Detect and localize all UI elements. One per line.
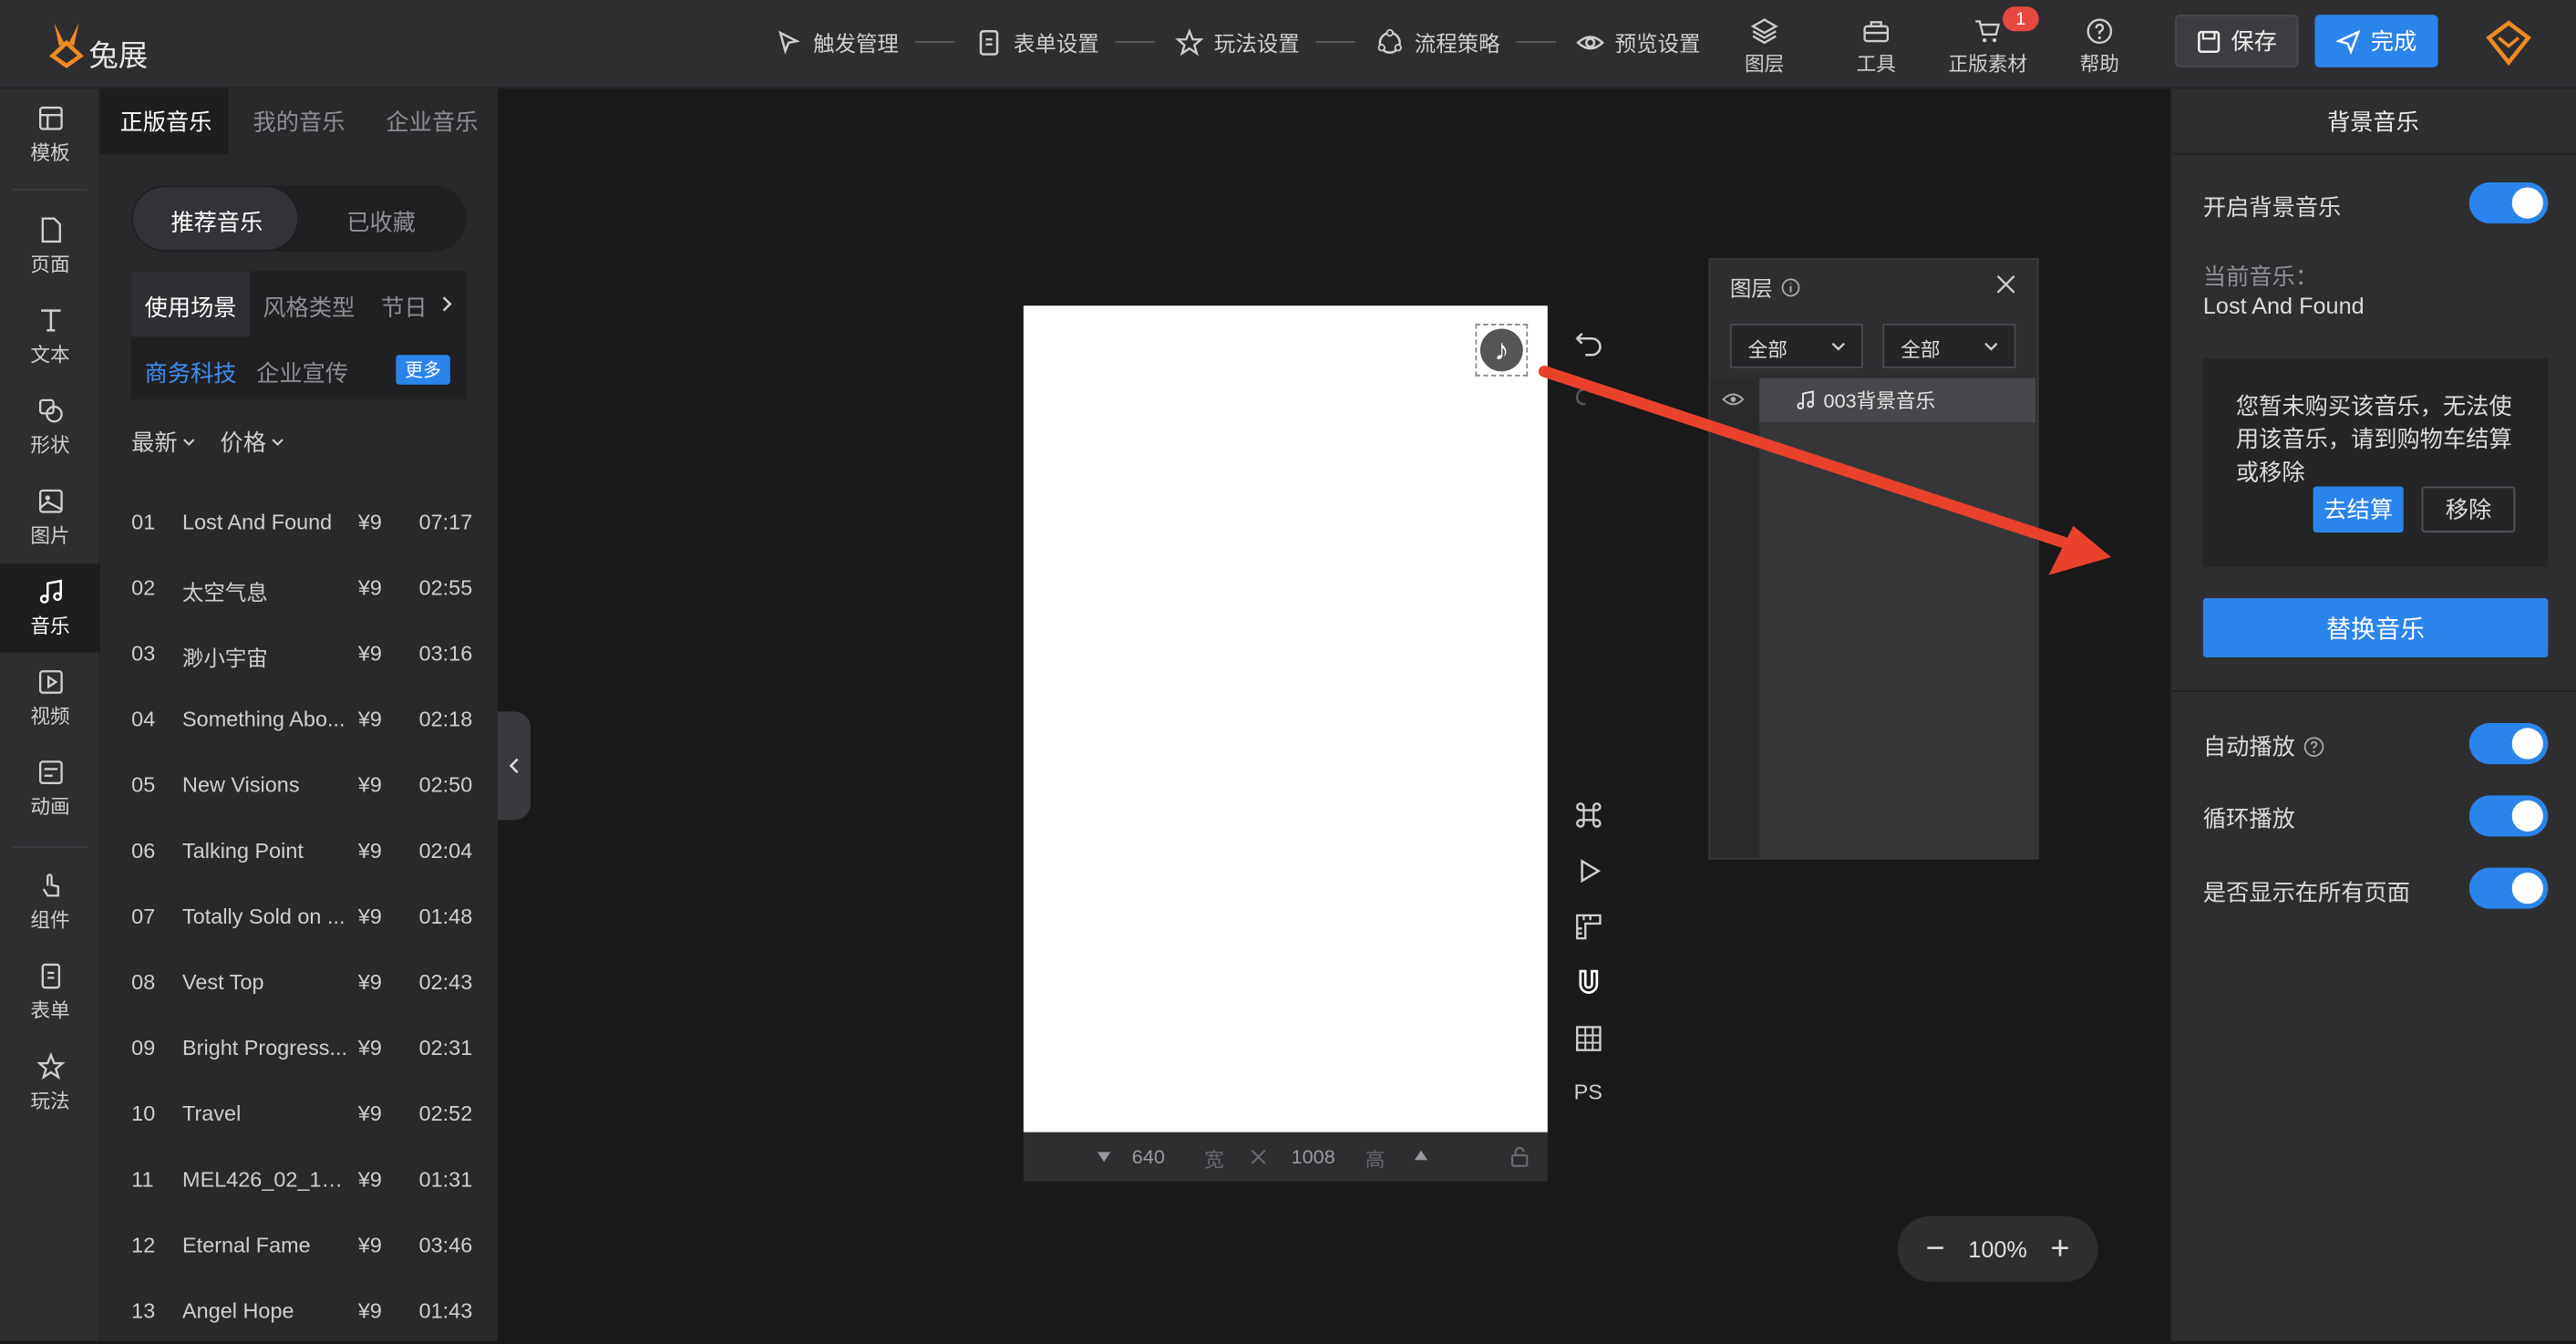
enable-bgm-toggle[interactable] — [2468, 182, 2549, 224]
track-index: 06 — [131, 838, 156, 863]
track-row[interactable]: 11 MEL426_02_1_... ¥9 01:31 — [100, 1147, 498, 1213]
panel-divider — [2169, 689, 2576, 692]
track-index: 13 — [131, 1297, 156, 1323]
track-duration: 02:31 — [418, 1035, 473, 1060]
track-index: 03 — [131, 640, 156, 666]
track-row[interactable]: 13 Angel Hope ¥9 01:43 — [100, 1278, 498, 1344]
track-duration: 02:43 — [418, 969, 473, 995]
track-price: ¥9 — [357, 1166, 382, 1192]
current-music-value: Lost And Found — [2202, 292, 2365, 319]
track-duration: 07:17 — [418, 509, 473, 534]
track-index: 08 — [131, 969, 156, 995]
help-icon[interactable] — [2303, 736, 2324, 757]
track-index: 01 — [131, 509, 156, 534]
track-name: Something Abo... — [182, 706, 345, 732]
purchase-warning-text: 您暂未购买该音乐，无法使用该音乐，请到购物车结算或移除 — [2235, 392, 2512, 485]
track-name: Lost And Found — [182, 509, 333, 534]
track-price: ¥9 — [357, 509, 382, 534]
track-row[interactable]: 04 Something Abo... ¥9 02:18 — [100, 687, 498, 752]
track-row[interactable]: 09 Bright Progress... ¥9 02:31 — [100, 1016, 498, 1081]
track-duration: 02:50 — [418, 772, 473, 798]
track-price: ¥9 — [357, 772, 382, 798]
track-duration: 01:31 — [418, 1166, 473, 1192]
track-row[interactable]: 03 渺小宇宙 ¥9 03:16 — [100, 621, 498, 687]
track-row[interactable]: 08 Vest Top ¥9 02:43 — [100, 950, 498, 1016]
panel-divider — [2169, 152, 2576, 155]
track-duration: 02:55 — [418, 574, 473, 600]
track-name: Talking Point — [182, 838, 304, 863]
enable-bgm-label: 开启背景音乐 — [2202, 193, 2342, 221]
autoplay-row: 自动播放 — [2203, 729, 2324, 762]
loop-toggle[interactable] — [2468, 795, 2549, 837]
track-row[interactable]: 01 Lost And Found ¥9 07:17 — [100, 490, 498, 555]
autoplay-label: 自动播放 — [2202, 732, 2295, 760]
track-duration: 02:52 — [418, 1101, 473, 1126]
track-price: ¥9 — [357, 1232, 382, 1257]
track-duration: 03:16 — [418, 640, 473, 666]
track-row[interactable]: 02 太空气息 ¥9 02:55 — [100, 555, 498, 621]
track-price: ¥9 — [357, 904, 382, 929]
loop-label: 循环播放 — [2202, 805, 2295, 832]
track-duration: 01:48 — [418, 904, 473, 929]
track-index: 04 — [131, 706, 156, 732]
track-price: ¥9 — [357, 838, 382, 863]
track-index: 12 — [131, 1232, 156, 1257]
remove-button[interactable]: 移除 — [2421, 486, 2516, 532]
track-name: Bright Progress... — [182, 1035, 348, 1060]
track-name: Angel Hope — [182, 1297, 294, 1323]
track-price: ¥9 — [357, 1101, 382, 1126]
track-price: ¥9 — [357, 574, 382, 600]
track-price: ¥9 — [357, 1035, 382, 1060]
panel-title: 背景音乐 — [2326, 108, 2419, 135]
track-row[interactable]: 06 Talking Point ¥9 02:04 — [100, 819, 498, 884]
track-index: 07 — [131, 904, 156, 929]
track-duration: 03:46 — [418, 1232, 473, 1257]
track-index: 11 — [131, 1166, 154, 1192]
track-name: 渺小宇宙 — [182, 646, 268, 671]
checkout-button[interactable]: 去结算 — [2313, 486, 2404, 532]
track-price: ¥9 — [357, 640, 382, 666]
track-row[interactable]: 12 Eternal Fame ¥9 03:46 — [100, 1213, 498, 1278]
track-name: Vest Top — [182, 969, 264, 995]
track-price: ¥9 — [357, 969, 382, 995]
track-duration: 01:43 — [418, 1297, 473, 1323]
current-music-label: 当前音乐： — [2202, 263, 2319, 290]
track-duration: 02:04 — [418, 838, 473, 863]
track-name: 太空气息 — [182, 580, 268, 605]
show-all-pages-label: 是否显示在所有页面 — [2202, 879, 2410, 906]
track-name: Totally Sold on ... — [182, 904, 345, 929]
track-price: ¥9 — [357, 706, 382, 732]
replace-music-button[interactable]: 替换音乐 — [2202, 598, 2549, 657]
track-index: 09 — [131, 1035, 156, 1060]
track-name: Eternal Fame — [182, 1232, 311, 1257]
autoplay-toggle[interactable] — [2468, 723, 2549, 765]
track-row[interactable]: 07 Totally Sold on ... ¥9 01:48 — [100, 884, 498, 950]
track-index: 10 — [131, 1101, 156, 1126]
track-index: 05 — [131, 772, 156, 798]
track-duration: 02:18 — [418, 706, 473, 732]
track-name: New Visions — [182, 772, 300, 798]
track-name: Travel — [182, 1101, 242, 1126]
track-name: MEL426_02_1_... — [182, 1166, 350, 1192]
track-row[interactable]: 10 Travel ¥9 02:52 — [100, 1081, 498, 1147]
track-row[interactable]: 05 New Visions ¥9 02:50 — [100, 752, 498, 818]
track-price: ¥9 — [357, 1297, 382, 1323]
show-all-pages-toggle[interactable] — [2468, 867, 2549, 909]
track-index: 02 — [131, 574, 156, 600]
